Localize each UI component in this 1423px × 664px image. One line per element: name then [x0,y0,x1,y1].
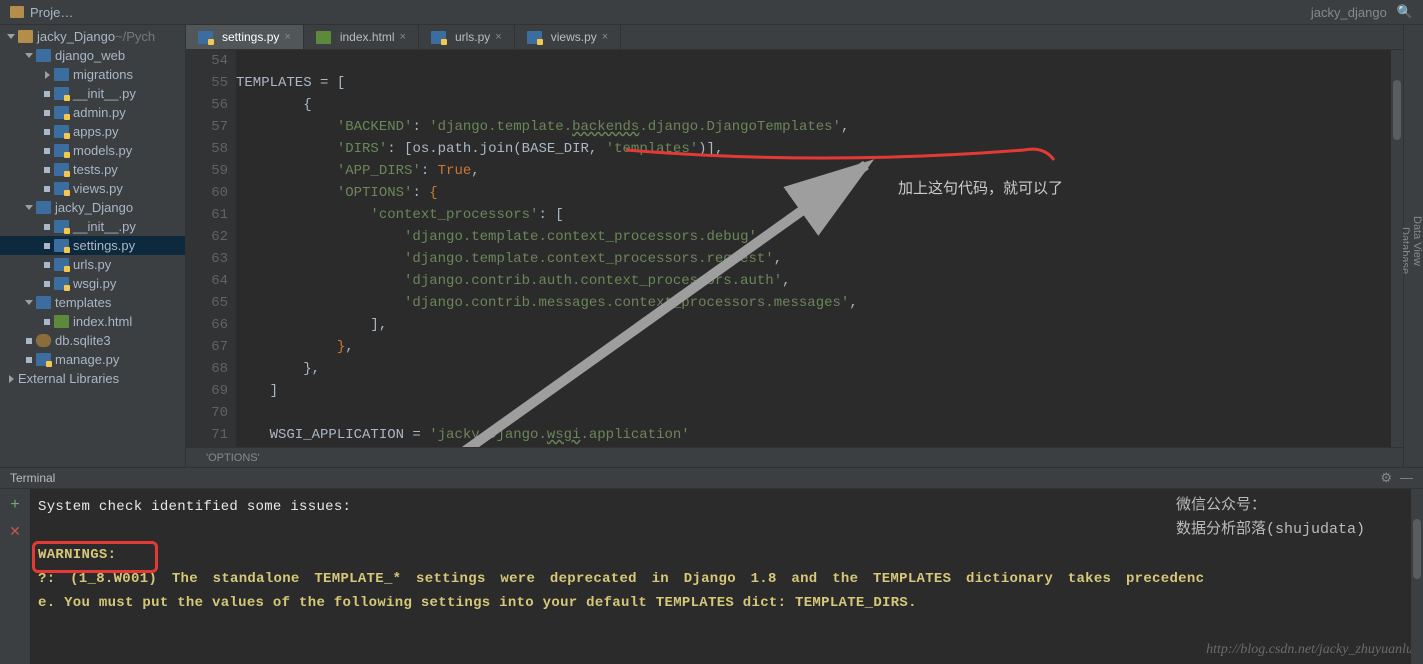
terminal-toolbar: + ✕ [0,489,30,664]
tree-item-label: django_web [55,48,125,63]
pyf-icon [54,125,69,138]
tree-item[interactable]: django_web [0,46,185,65]
breadcrumb[interactable]: 'OPTIONS' [186,447,1403,467]
tree-item[interactable]: db.sqlite3 [0,331,185,350]
tree-item-label: urls.py [73,257,111,272]
pyf-icon [54,87,69,100]
editor-area: settings.py×index.html×urls.py×views.py×… [186,25,1403,467]
watermark-wechat: 微信公众号：数据分析部落(shujudata) [1176,494,1365,542]
minimize-icon[interactable]: — [1400,470,1413,486]
tree-item-label: templates [55,295,111,310]
project-tree[interactable]: jacky_Django ~/Pych django_web migrations _… [0,25,185,388]
pyf-icon [54,182,69,195]
folder-icon [10,6,24,18]
pyf-icon [54,220,69,233]
close-icon[interactable]: × [284,31,290,43]
tree-item[interactable]: manage.py [0,350,185,369]
fold-b-icon [36,201,51,214]
code-editor[interactable]: TEMPLATES = [ { 'BACKEND': 'django.templ… [236,50,1403,447]
search-icon[interactable]: 🔍 [1397,4,1413,20]
red-highlight-box [32,541,158,573]
close-icon[interactable]: × [602,31,608,43]
tree-item[interactable]: apps.py [0,122,185,141]
tree-item[interactable]: __init__.py [0,84,185,103]
editor-tabs[interactable]: settings.py×index.html×urls.py×views.py× [186,25,1403,50]
tree-item-label: db.sqlite3 [55,333,111,348]
pyf-icon [54,163,69,176]
pyf-icon [54,258,69,271]
tree-item[interactable]: jacky_Django ~/Pych [0,27,185,46]
html-icon [316,31,331,44]
tree-item[interactable]: wsgi.py [0,274,185,293]
watermark-url: http://blog.csdn.net/jacky_zhuyuanlu [1206,638,1413,662]
tree-item-label: jacky_Django [55,200,133,215]
terminal-panel: + ✕ System check identified some issues:… [0,489,1423,664]
tab-urls-py[interactable]: urls.py× [419,25,515,49]
project-selector[interactable]: Proje… [0,5,73,20]
pyf-icon [54,144,69,157]
run-config-label[interactable]: jacky_django [1311,5,1387,20]
fold-y-icon [18,30,33,43]
tree-item-label: models.py [73,143,132,158]
tree-item-label: wsgi.py [73,276,116,291]
pyf-icon [54,239,69,252]
line-gutter: 54555657585960616263646566676869707172 [186,50,236,447]
tree-item-label: manage.py [55,352,119,367]
tree-item-label: __init__.py [73,86,136,101]
terminal-header: Terminal ⚙ — [0,467,1423,489]
terminal-title: Terminal [10,471,55,485]
project-label: Proje… [30,5,73,20]
db-icon [36,334,51,347]
html-icon [54,315,69,328]
tab-views-py[interactable]: views.py× [515,25,621,49]
tree-item-label: jacky_Django [37,29,115,44]
tree-item-label: tests.py [73,162,118,177]
tab-index-html[interactable]: index.html× [304,25,419,49]
pyf-icon [54,106,69,119]
pyf-icon [198,31,213,44]
tree-item-label: migrations [73,67,133,82]
close-session-button[interactable]: ✕ [9,521,21,545]
new-session-button[interactable]: + [10,493,20,517]
tree-item[interactable]: index.html [0,312,185,331]
tree-item-label: __init__.py [73,219,136,234]
tree-item[interactable]: models.py [0,141,185,160]
tab-settings-py[interactable]: settings.py× [186,25,304,49]
tree-item-label: External Libraries [18,371,119,386]
tree-item[interactable]: urls.py [0,255,185,274]
tree-item[interactable]: External Libraries [0,369,185,388]
tree-item-label: views.py [73,181,123,196]
fold-b-icon [36,49,51,62]
tree-item[interactable]: jacky_Django [0,198,185,217]
fold-b-icon [54,68,69,81]
tree-item[interactable]: templates [0,293,185,312]
editor-scrollbar[interactable] [1391,50,1403,447]
tree-item[interactable]: settings.py [0,236,185,255]
topbar-right: jacky_django 🔍 [1311,4,1423,20]
tree-item-label: index.html [73,314,132,329]
topbar: Proje… jacky_django 🔍 [0,0,1423,25]
close-icon[interactable]: × [495,31,501,43]
tree-item[interactable]: admin.py [0,103,185,122]
pyf-icon [36,353,51,366]
tree-item[interactable]: migrations [0,65,185,84]
annotation-text: 加上这句代码，就可以了 [898,177,1063,198]
tree-item[interactable]: views.py [0,179,185,198]
close-icon[interactable]: × [400,31,406,43]
project-sidebar: jacky_Django ~/Pych django_web migrations _… [0,25,186,467]
terminal-scrollbar[interactable] [1411,489,1423,664]
tree-item-label: apps.py [73,124,119,139]
pyf-icon [431,31,446,44]
tree-item-label: settings.py [73,238,135,253]
tree-item[interactable]: tests.py [0,160,185,179]
fold-b-icon [36,296,51,309]
right-tool-strip[interactable]: Data View Database [1403,25,1423,467]
tool-data-view[interactable]: Data View [1411,35,1423,447]
tree-item-label: admin.py [73,105,126,120]
pyf-icon [527,31,542,44]
tree-item[interactable]: __init__.py [0,217,185,236]
pyf-icon [54,277,69,290]
gear-icon[interactable]: ⚙ [1380,470,1392,486]
